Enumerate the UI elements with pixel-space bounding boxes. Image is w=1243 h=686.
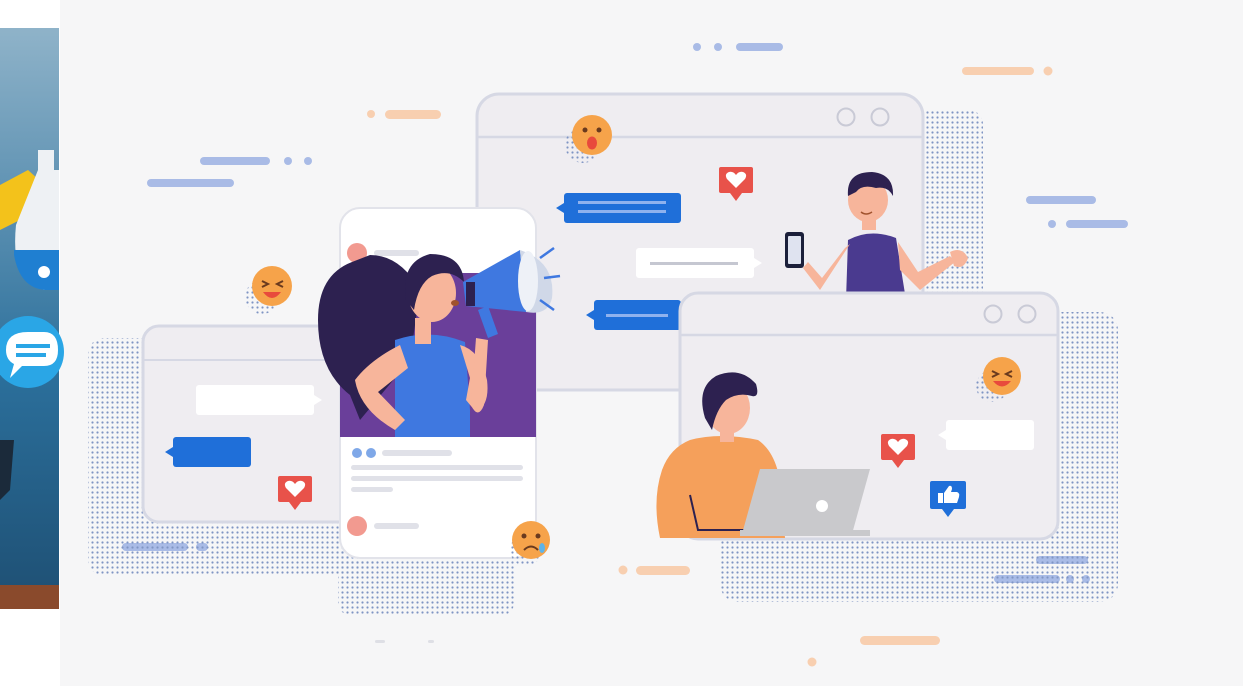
white-message-bubble (636, 248, 762, 278)
blue-message-bubble (586, 300, 681, 330)
blue-message-bubble (556, 193, 681, 223)
blue-message-bubble (165, 437, 251, 467)
left-photo-strip (0, 28, 64, 609)
white-message-bubble (938, 420, 1034, 450)
white-message-bubble (196, 385, 322, 415)
illustration-scene (0, 0, 1243, 686)
